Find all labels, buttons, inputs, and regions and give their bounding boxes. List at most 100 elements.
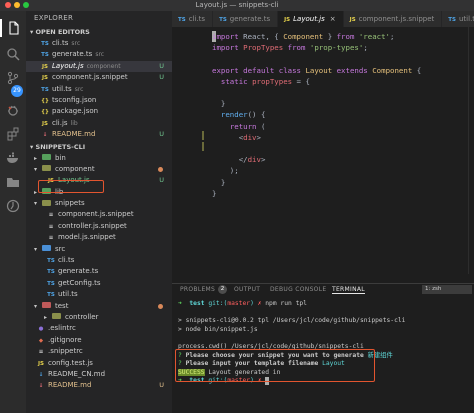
chevron-down-icon: ▾	[34, 245, 38, 253]
folder-icon	[42, 154, 51, 161]
terminal-token: > node bin/snippet.js	[178, 325, 258, 333]
tab-layout-js[interactable]: JS Layout.js ×	[278, 11, 344, 27]
open-editors-section[interactable]: ▾ OPEN EDITORS	[26, 26, 172, 38]
code-line: );	[212, 165, 239, 176]
open-editor-item[interactable]: JS Layout.js component U	[26, 60, 172, 73]
window-title: Layout.js — snippets-cli	[195, 1, 279, 9]
terminal-token: git:(	[208, 300, 228, 307]
folder-item[interactable]: ▾ snippets	[26, 198, 172, 209]
folder-item[interactable]: ▸ bin	[26, 153, 172, 164]
open-editor-item[interactable]: TS cli.ts src	[26, 38, 172, 49]
file-name: package.json	[52, 107, 99, 116]
debug-icon[interactable]	[4, 101, 22, 119]
source-control-icon[interactable]	[4, 69, 22, 87]
file-name: util.ts	[58, 290, 78, 299]
code-editor[interactable]: import React, { Component } from 'react'…	[172, 27, 474, 274]
tab-debug-console[interactable]: DEBUG CONSOLE	[270, 286, 326, 293]
editor-scrollbar[interactable]	[468, 27, 474, 274]
file-item[interactable]: ≡ .snippetrc	[26, 346, 172, 357]
open-editor-item[interactable]: ↓ README.md U	[26, 129, 172, 140]
code-token: }	[212, 188, 217, 198]
file-name: README.md	[48, 381, 92, 390]
code-line: static propTypes = {	[212, 76, 310, 87]
file-type-icon: JS	[284, 17, 291, 23]
git-status-badge: U	[159, 73, 164, 82]
folder-item[interactable]: ▸ controller	[26, 312, 172, 323]
code-token: ;	[390, 32, 395, 41]
code-token: from	[283, 43, 310, 53]
file-name: cli.js	[52, 118, 68, 127]
activity-bar: 29	[0, 11, 26, 413]
highlight-box-layout-file	[38, 180, 104, 193]
file-item[interactable]: ◆ .gitignore	[26, 335, 172, 346]
folder-icon[interactable]	[4, 173, 22, 191]
folder-icon	[42, 165, 51, 172]
file-item[interactable]: ● .eslintrc	[26, 323, 172, 334]
explorer-sidebar: EXPLORER ▾ OPEN EDITORS TS cli.ts src TS gen…	[26, 11, 172, 413]
file-name: controller.js.snippet	[58, 221, 127, 230]
file-item[interactable]: ↓ README.md U	[26, 380, 172, 391]
file-name: cli.ts	[52, 39, 69, 47]
folder-item[interactable]: ▾ src	[26, 244, 172, 255]
code-token: >	[256, 132, 261, 142]
file-item[interactable]: ≡ model.js.snippet	[26, 232, 172, 243]
search-icon[interactable]	[4, 45, 22, 63]
code-line: }	[212, 177, 225, 188]
folder-name: test	[55, 301, 69, 310]
docker-icon[interactable]	[4, 149, 22, 167]
folder-item[interactable]: ▾ test	[26, 301, 172, 312]
gutter-change-marker	[202, 142, 204, 151]
extensions-icon[interactable]	[4, 125, 22, 143]
open-editor-item[interactable]: TS util.ts src	[26, 84, 172, 95]
close-tab-icon[interactable]: ×	[330, 15, 336, 23]
title-bar: Layout.js — snippets-cli	[0, 0, 474, 11]
file-item[interactable]: TS cli.ts	[26, 255, 172, 266]
file-item[interactable]: TS getConfig.ts	[26, 278, 172, 289]
code-token: <	[212, 132, 244, 142]
highlight-box-terminal-output	[175, 349, 375, 382]
folder-name: bin	[55, 153, 66, 162]
explorer-icon[interactable]	[0, 19, 26, 37]
code-token: }	[212, 99, 226, 109]
tab-util-ts[interactable]: TSutil.ts	[442, 11, 474, 27]
file-item[interactable]: ↓ README_CN.md	[26, 369, 172, 380]
file-path-description: src	[95, 51, 105, 59]
tab-output[interactable]: OUTPUT	[234, 286, 260, 293]
editor-tabs: TS cli.ts TS generate.ts JS Layout.js × JS compo…	[172, 11, 474, 27]
terminal-token: test	[189, 300, 209, 307]
file-item[interactable]: JS config.test.js	[26, 358, 172, 369]
code-token: propTypes	[252, 76, 293, 86]
code-line: return (	[212, 121, 266, 132]
terminal-shell-select[interactable]: 1: zsh	[422, 285, 472, 294]
timeline-icon[interactable]	[4, 197, 22, 215]
open-editor-item[interactable]: {} package.json	[26, 106, 172, 117]
folder-name: src	[55, 244, 66, 253]
file-name: .gitignore	[48, 335, 82, 344]
file-item[interactable]: TS util.ts	[26, 289, 172, 300]
terminal-token: > snippets-cli@0.0.2 tpl /Users/jcl/code…	[178, 317, 406, 325]
file-name: model.js.snippet	[58, 233, 116, 242]
code-token: () {	[247, 110, 266, 120]
project-section[interactable]: ▾ SNIPPETS-CLI	[26, 141, 172, 153]
tab-generate-ts[interactable]: TS generate.ts	[213, 11, 279, 27]
open-editor-item[interactable]: TS generate.ts src	[26, 49, 172, 60]
open-editor-item[interactable]: JS component.js.snippet U	[26, 72, 172, 83]
file-item[interactable]: ≡ component.js.snippet	[26, 209, 172, 220]
file-item[interactable]: TS generate.ts	[26, 266, 172, 277]
file-type-icon: ↓	[42, 132, 48, 139]
tab-problems[interactable]: PROBLEMS	[180, 286, 215, 293]
open-editor-item[interactable]: {} tsconfig.json	[26, 95, 172, 106]
tab-cli-ts[interactable]: TS cli.ts	[172, 11, 214, 27]
folder-icon	[52, 313, 61, 320]
file-type-icon: JS	[349, 17, 356, 23]
code-token: mport	[216, 32, 244, 41]
tab-component-js-snippet[interactable]: JS component.js.snippet	[343, 11, 443, 27]
open-editor-item[interactable]: JS cli.js lib	[26, 118, 172, 129]
code-token: static	[220, 76, 253, 86]
tab-terminal[interactable]: TERMINAL	[332, 286, 365, 294]
folder-item[interactable]: ▾ component	[26, 164, 172, 175]
git-status-badge: U	[159, 381, 164, 390]
file-item[interactable]: ≡ controller.js.snippet	[26, 221, 172, 232]
explorer-header: EXPLORER	[34, 14, 74, 22]
file-name: README_CN.md	[48, 369, 106, 378]
